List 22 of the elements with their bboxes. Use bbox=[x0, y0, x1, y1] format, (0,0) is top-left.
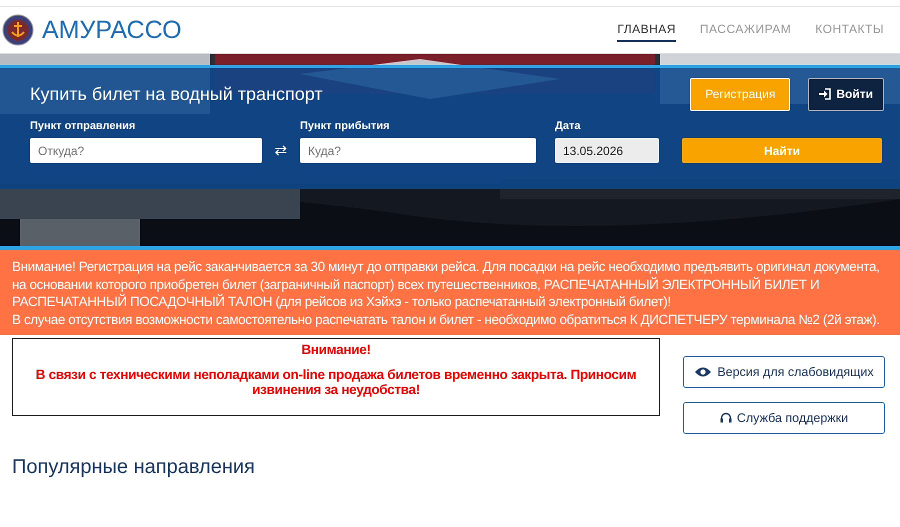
field-label: Пункт отправления bbox=[30, 120, 136, 132]
site-logo[interactable]: АМУРАССО bbox=[42, 16, 182, 44]
eye-icon bbox=[694, 366, 712, 378]
notice-text: Внимание! Регистрация на рейс заканчивается за 30 минут до отправки рейса. Для посадки на рейс необходимо предъявить оригинал документа, на основании которого приобретен билет (заграничный паспорт) всех путешественников, РАСПЕЧАТАННЫЙ ЭЛЕКТРОННЫЙ БИЛЕТ И РАСПЕЧАТАННЫЙ ПОСАДОЧНЫЙ ТАЛОН (для рейсов из Хэйхэ - только распечатанный электронный билет)! bbox=[12, 258, 881, 310]
date-field[interactable]: 13.05.2026 bbox=[555, 138, 659, 163]
support-button[interactable]: Служба поддержки bbox=[683, 402, 885, 434]
login-icon bbox=[819, 88, 832, 100]
departure-field[interactable]: Откуда? bbox=[30, 138, 262, 163]
alert-text: В связи с техническими неполадками on-line продажа билетов временно закрыта. Приносим извинения за неудобства! bbox=[34, 367, 638, 397]
notice-text: В случае отсутствия возможности самостоятельно распечатать талон и билет - необходимо обратиться К ДИСПЕТЧЕРУ терминала №2 (2й этаж). bbox=[12, 310, 881, 328]
search-title: Купить билет на водный транспорт bbox=[30, 84, 324, 104]
arrival-field[interactable]: Куда? bbox=[300, 138, 536, 163]
nav-link[interactable]: ГЛАВНАЯ bbox=[617, 18, 676, 42]
field-label: Пункт прибытия bbox=[300, 120, 390, 132]
swap-icon[interactable]: ⇄ bbox=[262, 138, 300, 163]
accessibility-button[interactable]: Версия для слабовидящих bbox=[683, 356, 885, 388]
emblem-icon bbox=[2, 14, 34, 46]
login-button[interactable]: Войти bbox=[808, 78, 884, 110]
alert-title: Внимание! bbox=[300, 342, 372, 357]
field-label: Дата bbox=[555, 120, 582, 132]
section-heading: Популярные направления bbox=[12, 456, 256, 479]
headset-icon bbox=[720, 412, 732, 424]
